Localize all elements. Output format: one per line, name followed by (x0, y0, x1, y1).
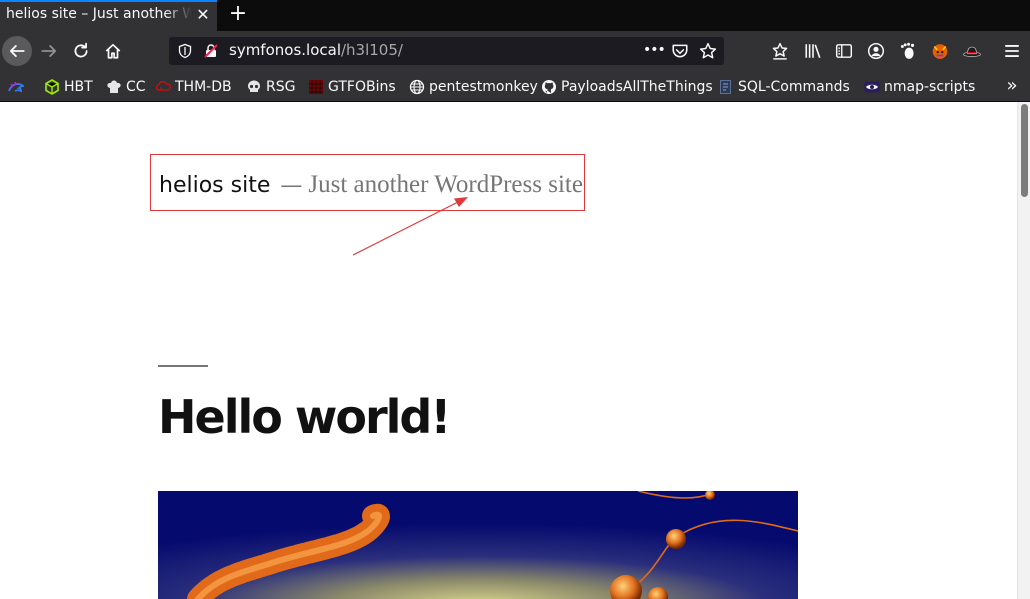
bookmark-label: pentestmonkey (429, 79, 538, 95)
entry-divider (158, 365, 208, 367)
gnome-extension-button[interactable] (898, 41, 918, 61)
bookmark-label: HBT (64, 79, 93, 95)
vertical-scrollbar[interactable] (1017, 102, 1030, 599)
bookmark-label: nmap-scripts (884, 79, 976, 95)
reload-icon (74, 42, 88, 58)
hat-extension-button[interactable] (962, 41, 982, 61)
chef-hat-icon (106, 79, 122, 95)
page-actions-more-button[interactable]: ••• (643, 40, 666, 60)
globe-icon (409, 79, 425, 95)
bookmark-label: RSG (266, 79, 296, 95)
bookmark-kali[interactable] (8, 77, 28, 97)
url-path: /h3l105/ (340, 41, 403, 59)
foxyproxy-extension-button[interactable] (930, 41, 950, 61)
foxyproxy-icon (932, 44, 948, 59)
url-text: symfonos.local/h3l105/ (229, 41, 403, 59)
hamburger-menu-icon (1005, 45, 1019, 57)
arrow-right-icon (41, 45, 57, 57)
bookmark-rsg[interactable]: RSG (246, 77, 295, 97)
sidebar-button[interactable] (834, 41, 854, 61)
bookmark-label: GTFOBins (328, 79, 396, 95)
library-icon (805, 44, 821, 59)
library-button[interactable] (803, 41, 823, 61)
tab-close-button[interactable]: ✕ (193, 5, 213, 25)
star-list-icon (772, 42, 788, 60)
bookmark-hbt[interactable]: HBT (44, 77, 93, 97)
account-icon (867, 42, 885, 60)
bookmarks-overflow-button[interactable]: » (1002, 77, 1022, 97)
forward-button[interactable] (35, 37, 63, 65)
tracking-shield-icon[interactable] (177, 43, 193, 59)
post-featured-image[interactable] (158, 491, 798, 599)
bookmark-label: PayloadsAllTheThings (561, 79, 713, 95)
eye-icon (864, 79, 880, 95)
new-tab-button[interactable]: + (226, 3, 250, 27)
back-button[interactable] (2, 36, 32, 66)
bookmark-label: CC (126, 79, 146, 95)
bookmark-nmap-scripts[interactable]: nmap-scripts (864, 77, 975, 97)
bookmark-label: THM-DB (175, 79, 232, 95)
fedora-hat-icon (963, 46, 981, 57)
app-menu-button[interactable] (1002, 41, 1022, 61)
arrow-left-icon (9, 45, 25, 57)
bookmark-sql-commands[interactable]: SQL-Commands (718, 77, 850, 97)
kali-dragon-icon (8, 79, 24, 95)
thm-icon (155, 79, 171, 95)
bookmark-cc[interactable]: CC (106, 77, 146, 97)
home-icon (105, 43, 121, 59)
post-title-link[interactable]: Hello world! (158, 390, 451, 444)
tab-strip: helios site – Just another WordPress sit… (0, 0, 1030, 31)
pocket-icon[interactable] (671, 42, 689, 60)
save-to-downloads-button[interactable] (770, 41, 790, 61)
account-button[interactable] (866, 41, 886, 61)
sidebar-icon (835, 44, 853, 58)
active-tab-indicator (0, 0, 217, 2)
bookmark-label: SQL-Commands (738, 79, 850, 95)
page-viewport: helios site — Just another WordPress site … (0, 102, 1030, 599)
annotation-arrow (352, 197, 468, 256)
insecure-lock-icon[interactable] (203, 43, 219, 59)
bookmarks-toolbar: HBT CC THM-DB RSG GTFOBins pentestmonkey (0, 71, 1030, 102)
sql-doc-icon (718, 79, 734, 95)
hbt-cube-icon (44, 79, 60, 95)
github-icon (541, 79, 557, 95)
home-button[interactable] (99, 37, 127, 65)
scrollbar-thumb[interactable] (1021, 104, 1028, 197)
reload-button[interactable] (67, 37, 95, 65)
active-tab[interactable]: helios site – Just another WordPress sit… (0, 0, 217, 31)
bookmark-thm-db[interactable]: THM-DB (155, 77, 232, 97)
skull-icon (246, 79, 262, 95)
address-bar[interactable]: symfonos.local/h3l105/ ••• (169, 37, 724, 65)
navigation-toolbar: symfonos.local/h3l105/ ••• (0, 31, 1030, 71)
bookmark-pentestmonkey[interactable]: pentestmonkey (409, 77, 538, 97)
bookmark-gtfobins[interactable]: GTFOBins (308, 77, 396, 97)
tab-title: helios site – Just another WordPress sit… (6, 6, 192, 22)
gtfobins-icon (308, 79, 324, 95)
bookmark-star-icon[interactable] (699, 42, 717, 60)
url-host: symfonos.local (229, 41, 341, 59)
gnome-foot-icon (900, 42, 915, 59)
bookmark-payloadsallthethings[interactable]: PayloadsAllTheThings (541, 77, 713, 97)
